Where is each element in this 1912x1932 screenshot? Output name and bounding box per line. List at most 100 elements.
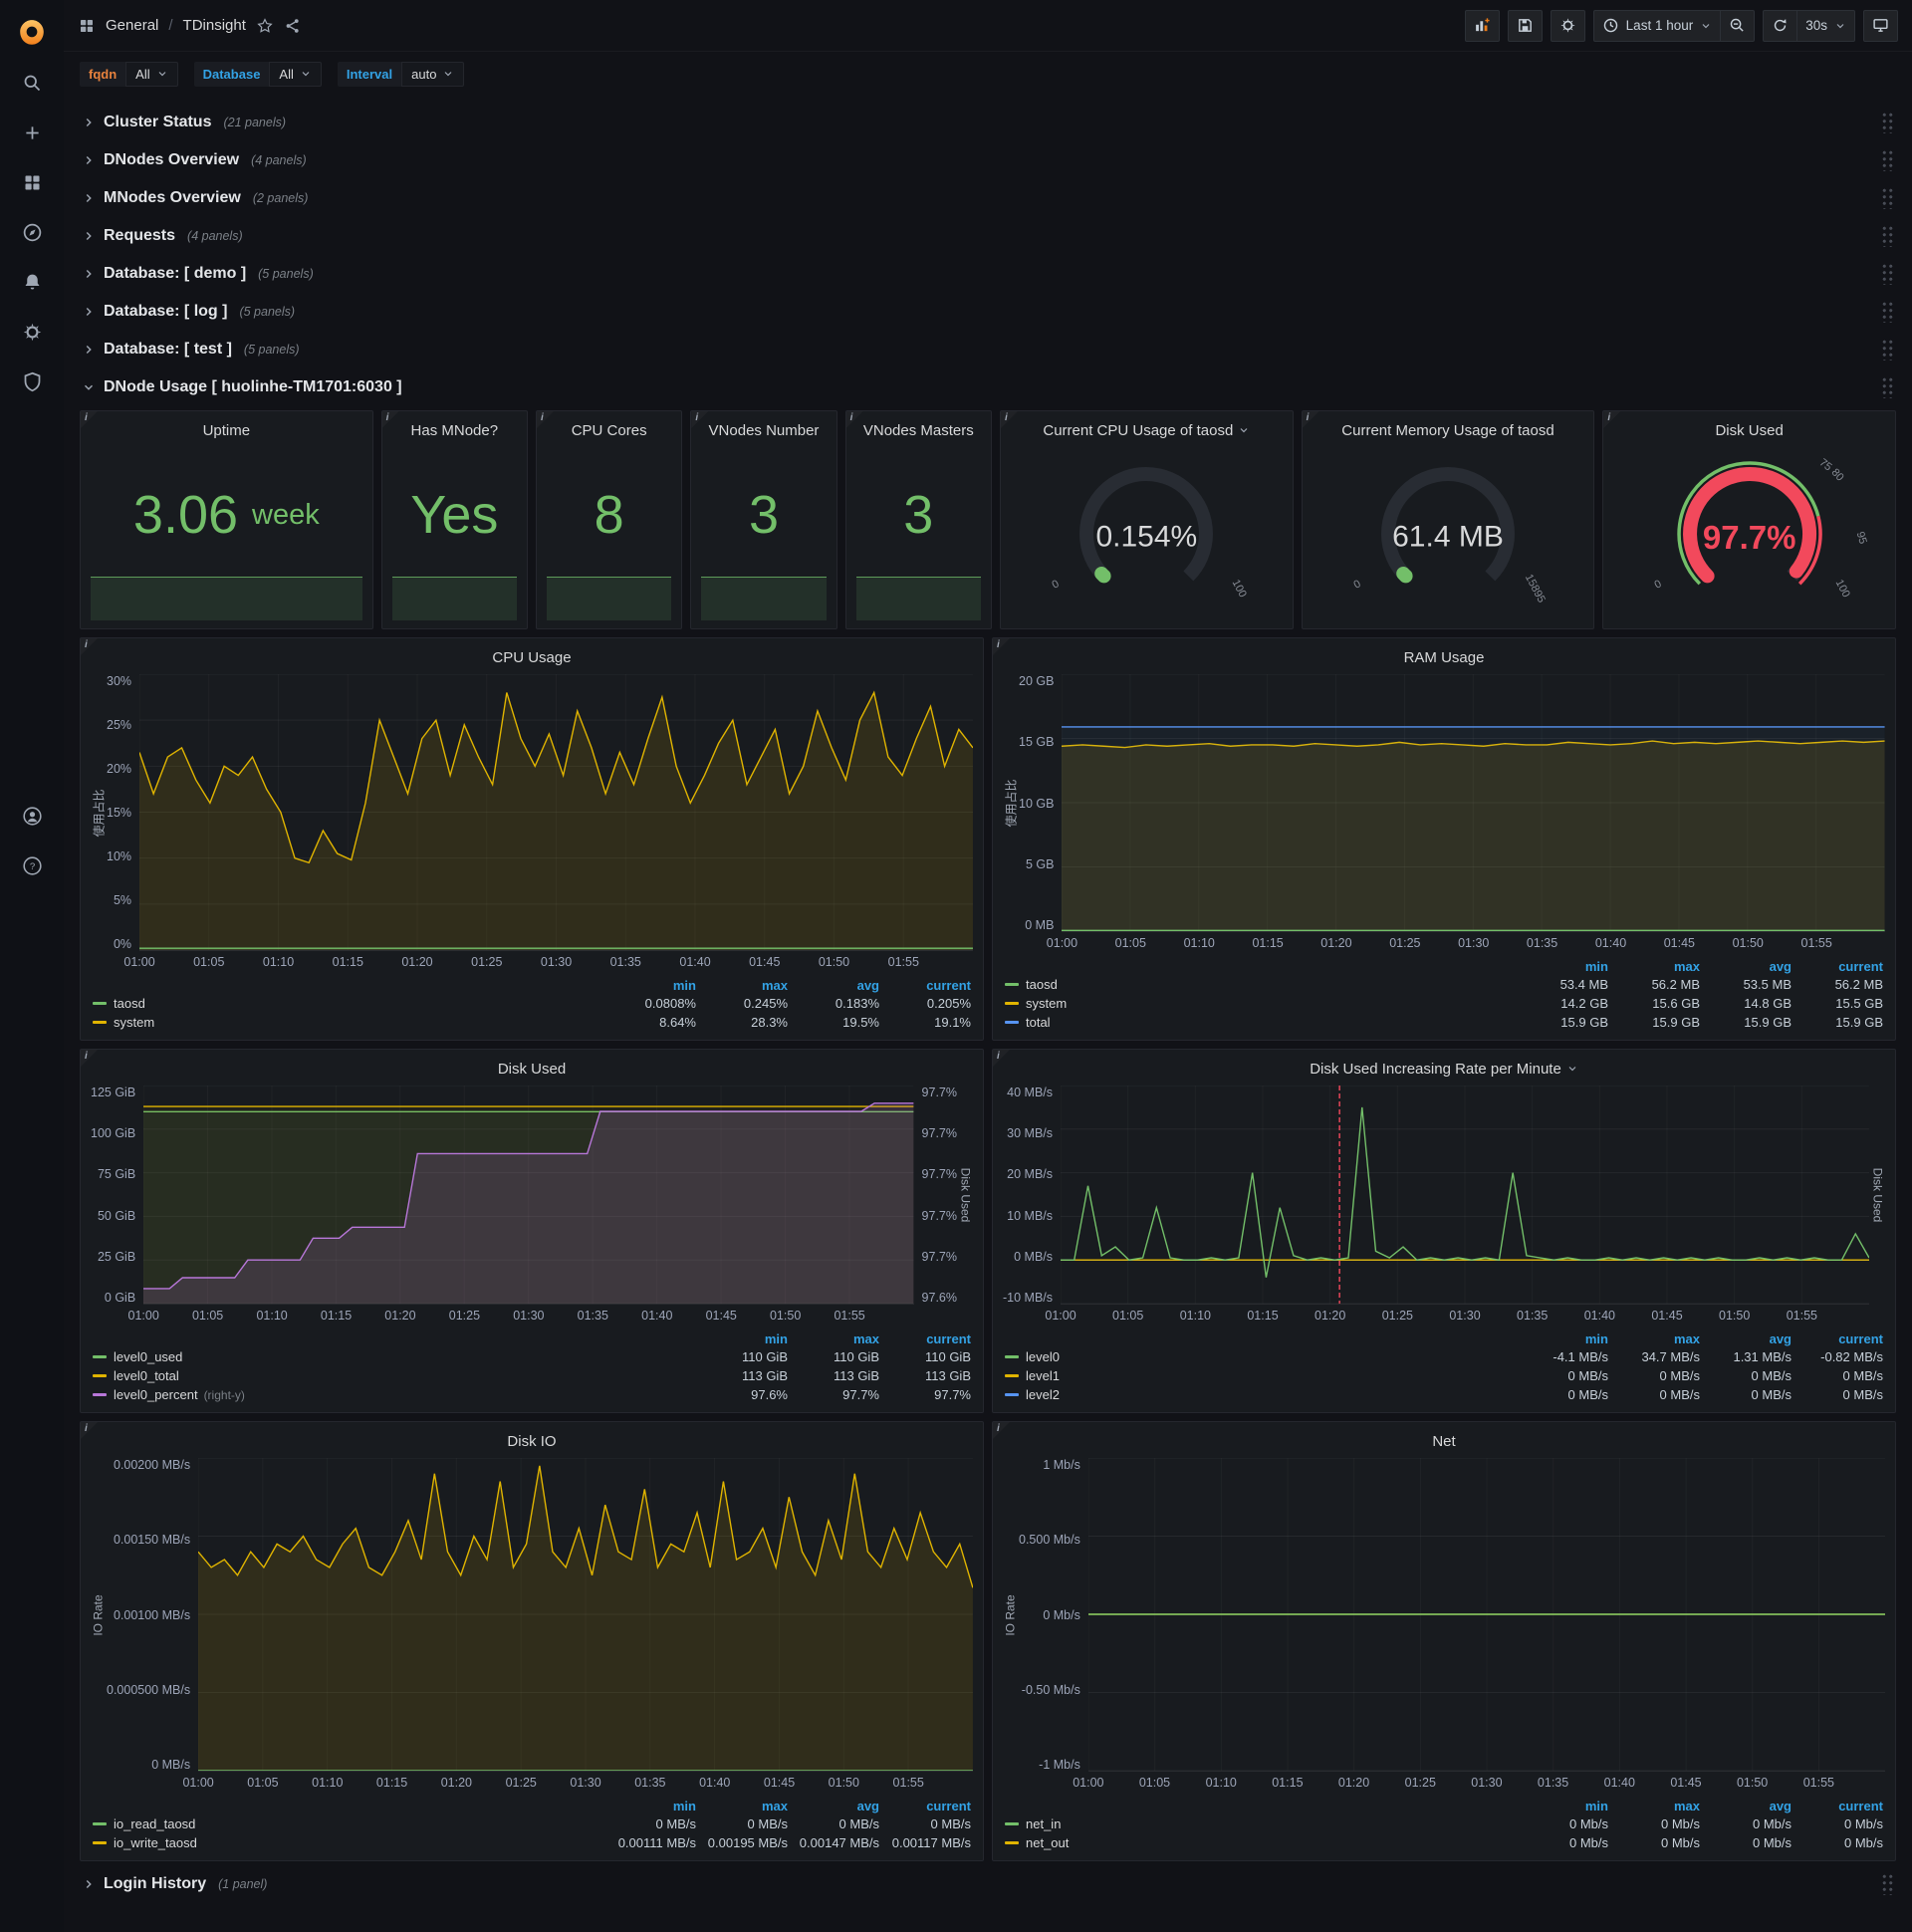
legend-series-name[interactable]: taosd [1026, 977, 1058, 992]
server-admin-shield-icon[interactable] [11, 361, 53, 402]
panel-title[interactable]: Disk Used [1613, 417, 1885, 443]
breadcrumb-folder[interactable]: General [106, 17, 158, 34]
grafana-logo[interactable] [11, 12, 53, 54]
panel-title[interactable]: Net [1003, 1428, 1885, 1454]
variable-interval-value[interactable]: auto [401, 61, 465, 87]
legend-series-name[interactable]: level0_used [114, 1349, 182, 1364]
legend-column-header[interactable]: avg [1700, 1331, 1792, 1346]
panel-title[interactable]: Disk IO [91, 1428, 973, 1454]
panel-title[interactable]: VNodes Masters [856, 417, 981, 443]
row-drag-handle[interactable] [1881, 263, 1894, 285]
chart-plot-area[interactable]: 01:00 01:05 01:10 01:15 01:20 01:25 01:30 01:35… [1073, 1458, 1885, 1790]
add-panel-button[interactable] [1464, 9, 1500, 42]
legend-column-header[interactable]: max [1608, 1799, 1700, 1813]
legend-series-name[interactable]: total [1026, 1015, 1051, 1030]
legend-series-name[interactable]: level2 [1026, 1387, 1060, 1402]
legend-column-header[interactable]: max [696, 978, 788, 993]
legend-series-name[interactable]: net_out [1026, 1835, 1069, 1850]
refresh-button[interactable] [1763, 9, 1798, 42]
legend-series-name[interactable]: system [1026, 996, 1067, 1011]
legend-series-name[interactable]: io_read_taosd [114, 1816, 195, 1831]
legend-column-header[interactable]: min [1517, 959, 1608, 974]
chart-plot-area[interactable]: 01:00 01:05 01:10 01:15 01:20 01:25 01:30 01:35… [1045, 1086, 1869, 1323]
panel-title[interactable]: Current CPU Usage of taosd [1011, 417, 1283, 443]
legend-column-header[interactable]: max [696, 1799, 788, 1813]
panel-title[interactable]: Has MNode? [392, 417, 517, 443]
legend-column-header[interactable]: min [1517, 1331, 1608, 1346]
legend-column-header[interactable]: current [879, 978, 971, 993]
legend-column-header[interactable]: current [879, 1799, 971, 1813]
legend-column-header[interactable]: min [604, 978, 696, 993]
row-dnodes-overview[interactable]: DNodes Overview (4 panels) [80, 145, 1896, 175]
help-icon[interactable]: ? [11, 845, 53, 886]
legend-series-name[interactable]: taosd [114, 996, 145, 1011]
time-range-picker[interactable]: Last 1 hour [1592, 9, 1722, 42]
row-cluster-status[interactable]: Cluster Status (21 panels) [80, 108, 1896, 137]
legend-column-header[interactable]: min [604, 1799, 696, 1813]
disk-io-chart[interactable]: IO Rate 0.00200 MB/s 0.00150 MB/s 0.00100 … [91, 1454, 973, 1852]
star-icon[interactable] [256, 17, 274, 35]
row-drag-handle[interactable] [1881, 1873, 1894, 1895]
row-database-demo-[interactable]: Database: [ demo ] (5 panels) [80, 259, 1896, 289]
row-database-test-[interactable]: Database: [ test ] (5 panels) [80, 335, 1896, 364]
legend-column-header[interactable]: current [879, 1331, 971, 1346]
variable-database-value[interactable]: All [269, 61, 322, 87]
legend-column-header[interactable]: avg [788, 978, 879, 993]
legend-column-header[interactable]: max [1608, 1331, 1700, 1346]
panel-title[interactable]: Uptime [91, 417, 362, 443]
share-icon[interactable] [284, 17, 302, 35]
legend-column-header[interactable]: max [1608, 959, 1700, 974]
panel-title[interactable]: VNodes Number [701, 417, 826, 443]
legend-column-header[interactable]: min [696, 1331, 788, 1346]
cpu-usage-chart[interactable]: 使用占比 30% 25% 20% 15% 10% 5% 0% 01:00 01:05 01:10… [91, 670, 973, 1032]
row-drag-handle[interactable] [1881, 376, 1894, 398]
row-dnode-usage[interactable]: DNode Usage [ huolinhe-TM1701:6030 ] [80, 372, 1896, 402]
configuration-gear-icon[interactable] [11, 311, 53, 353]
legend-column-header[interactable]: avg [1700, 959, 1792, 974]
save-dashboard-button[interactable] [1507, 9, 1543, 42]
disk-used-chart[interactable]: 125 GiB 100 GiB 75 GiB 50 GiB 25 GiB 0 GiB 01… [91, 1082, 973, 1404]
panel-title[interactable]: Disk Used Increasing Rate per Minute [1003, 1056, 1885, 1082]
legend-series-name[interactable]: level0_percent [114, 1387, 198, 1402]
row-drag-handle[interactable] [1881, 112, 1894, 133]
row-mnodes-overview[interactable]: MNodes Overview (2 panels) [80, 183, 1896, 213]
legend-series-name[interactable]: level0 [1026, 1349, 1060, 1364]
row-requests[interactable]: Requests (4 panels) [80, 221, 1896, 251]
chart-plot-area[interactable]: 01:00 01:05 01:10 01:15 01:20 01:25 01:30 01:35… [182, 1458, 973, 1790]
row-database-log-[interactable]: Database: [ log ] (5 panels) [80, 297, 1896, 327]
disk-rate-chart[interactable]: 40 MB/s 30 MB/s 20 MB/s 10 MB/s 0 MB/s -10 MB… [1003, 1082, 1885, 1404]
search-icon[interactable] [11, 62, 53, 104]
legend-column-header[interactable]: current [1792, 1799, 1883, 1813]
row-drag-handle[interactable] [1881, 301, 1894, 323]
chart-plot-area[interactable]: 01:00 01:05 01:10 01:15 01:20 01:25 01:30 01:35… [123, 674, 973, 969]
chart-plot-area[interactable]: 01:00 01:05 01:10 01:15 01:20 01:25 01:30 01:35… [128, 1086, 914, 1323]
row-drag-handle[interactable] [1881, 187, 1894, 209]
legend-column-header[interactable]: current [1792, 959, 1883, 974]
legend-column-header[interactable]: min [1517, 1799, 1608, 1813]
row-drag-handle[interactable] [1881, 225, 1894, 247]
legend-series-name[interactable]: level0_total [114, 1368, 179, 1383]
panel-title[interactable]: CPU Usage [91, 644, 973, 670]
explore-compass-icon[interactable] [11, 211, 53, 253]
dashboards-grid-icon[interactable] [11, 161, 53, 203]
refresh-interval-picker[interactable]: 30s [1797, 9, 1855, 42]
legend-column-header[interactable]: avg [788, 1799, 879, 1813]
create-plus-icon[interactable] [11, 112, 53, 153]
user-avatar[interactable] [11, 795, 53, 837]
row-drag-handle[interactable] [1881, 339, 1894, 361]
breadcrumb-title[interactable]: TDinsight [183, 17, 246, 34]
net-chart[interactable]: IO Rate 1 Mb/s 0.500 Mb/s 0 Mb/s -0.50 Mb/s… [1003, 1454, 1885, 1852]
legend-series-name[interactable]: net_in [1026, 1816, 1061, 1831]
dashboard-settings-button[interactable] [1550, 9, 1585, 42]
ram-usage-chart[interactable]: 使用占比 20 GB 15 GB 10 GB 5 GB 0 MB 01:00 01:05 0… [1003, 670, 1885, 1032]
row-login-history[interactable]: Login History (1 panel) [80, 1869, 1896, 1899]
panel-title[interactable]: Current Memory Usage of taosd [1313, 417, 1584, 443]
alerting-bell-icon[interactable] [11, 261, 53, 303]
legend-column-header[interactable]: avg [1700, 1799, 1792, 1813]
legend-column-header[interactable]: max [788, 1331, 879, 1346]
zoom-out-time-button[interactable] [1721, 9, 1756, 42]
legend-series-name[interactable]: level1 [1026, 1368, 1060, 1383]
chart-plot-area[interactable]: 01:00 01:05 01:10 01:15 01:20 01:25 01:30 01:35… [1047, 674, 1885, 950]
panel-title[interactable]: RAM Usage [1003, 644, 1885, 670]
panel-title[interactable]: CPU Cores [547, 417, 671, 443]
